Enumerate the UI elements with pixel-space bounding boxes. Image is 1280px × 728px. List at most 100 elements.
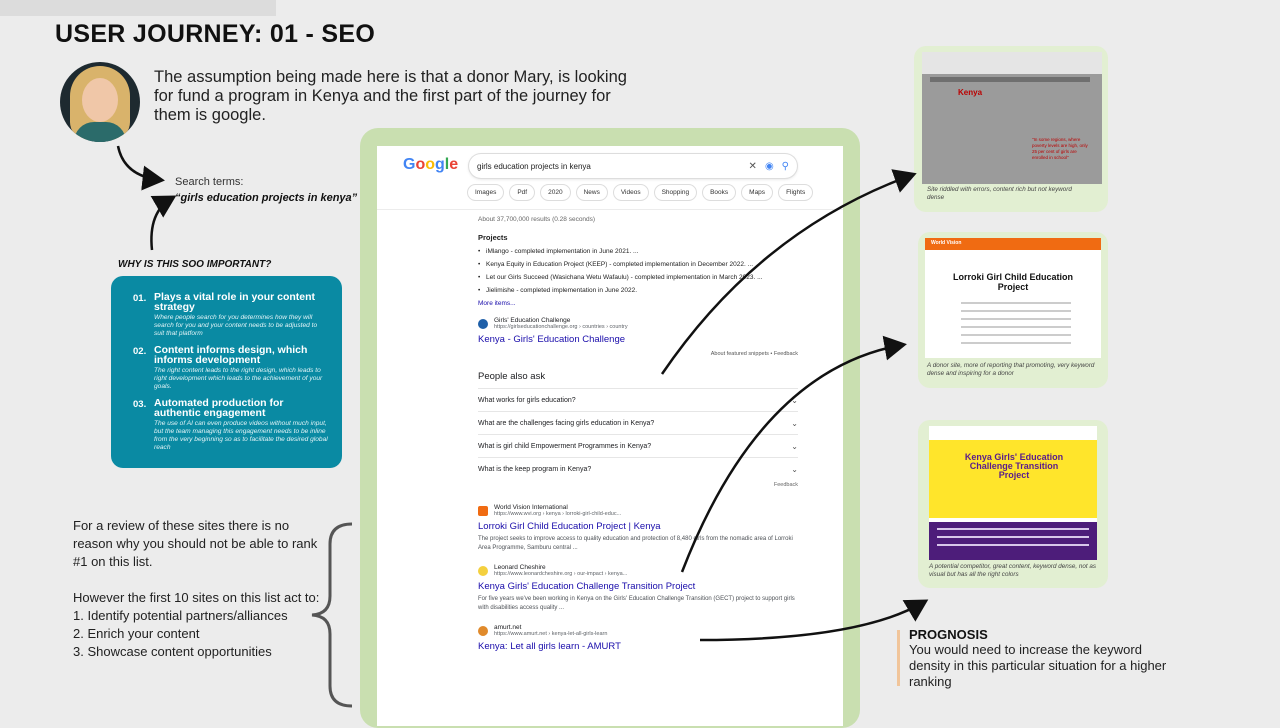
chip-flights[interactable]: Flights	[778, 184, 814, 201]
chip-images[interactable]: Images	[467, 184, 505, 201]
search-terms-quote: “girls education projects in kenya”	[175, 192, 358, 204]
search-input[interactable]: girls education projects in kenya ✕ ◉ ⚲	[469, 154, 797, 178]
google-logo[interactable]: Google	[403, 156, 458, 174]
paa-question-text: What is girl child Empowerment Programme…	[478, 442, 652, 450]
site-url[interactable]: https://www.wvi.org › kenya › lorroki-gi…	[494, 511, 621, 517]
results-count: About 37,700,000 results (0.28 seconds)	[478, 216, 596, 223]
reason-item: 03. Automated production for authentic e…	[133, 398, 328, 452]
review-intro: However the first 10 sites on this list …	[73, 590, 320, 605]
paa-question[interactable]: What is the keep program in Kenya? ⌄	[478, 457, 798, 480]
site-name: Leonard Cheshire	[494, 564, 546, 571]
prognosis-body: You would need to increase the keyword d…	[909, 642, 1167, 689]
review-list-item: 2. Enrich your content	[73, 626, 200, 641]
reason-heading: Plays a vital role in your content strat…	[154, 291, 316, 313]
thumbnail-leonard-cheshire-site: Kenya Girls' Education Challenge Transit…	[929, 426, 1097, 560]
site-name: Girls' Education Challenge	[494, 317, 571, 324]
reason-heading: Content informs design, which informs de…	[154, 344, 308, 366]
thumbnail-caption: A donor site, more of reporting that pro…	[927, 362, 1095, 377]
chip-2020[interactable]: 2020	[540, 184, 571, 201]
reason-description: Where people search for you determines h…	[154, 314, 318, 337]
clear-icon[interactable]: ✕	[749, 161, 757, 172]
site-url[interactable]: https://girlseducationchallenge.org › co…	[494, 324, 628, 330]
arrow-icon	[116, 145, 165, 191]
chevron-down-icon: ⌄	[791, 418, 798, 428]
search-terms-label: Search terms:	[175, 176, 244, 188]
thumbnail-heading: Kenya Girls' Education Challenge Transit…	[964, 452, 1064, 480]
list-item: Jielimishe - completed implementation in…	[478, 287, 798, 295]
thumbnail-logo: World Vision	[931, 240, 962, 246]
search-result: World Vision International https://www.w…	[478, 504, 798, 553]
top-bar	[0, 0, 276, 16]
reasons-card: 01. Plays a vital role in your content s…	[111, 276, 342, 468]
result-description: For five years we've been working in Ken…	[478, 596, 795, 611]
reason-heading: Automated production for authentic engag…	[154, 397, 284, 419]
paa-question-text: What are the challenges facing girls edu…	[478, 419, 655, 427]
chevron-down-icon: ⌄	[791, 441, 798, 451]
more-items-link[interactable]: More items...	[478, 300, 798, 307]
list-item: Let our Girls Succeed (Wasichana Wetu Wa…	[478, 274, 798, 282]
review-paragraph: For a review of these sites there is no …	[73, 518, 318, 569]
projects-list: iMlango - completed implementation in Ju…	[478, 248, 798, 295]
review-list-item: 1. Identify potential partners/alliances	[73, 608, 288, 623]
globe-icon	[478, 318, 488, 329]
reason-item: 01. Plays a vital role in your content s…	[133, 292, 328, 338]
filter-chips: Images Pdf 2020 News Videos Shopping Boo…	[467, 184, 814, 201]
chevron-down-icon: ⌄	[791, 395, 798, 405]
result-link[interactable]: Kenya Girls' Education Challenge Transit…	[478, 581, 798, 592]
reason-number: 02.	[133, 346, 147, 357]
paa-question-text: What works for girls education?	[478, 396, 576, 404]
thumbnail-wvi-site: World Vision Lorroki Girl Child Educatio…	[925, 238, 1101, 358]
chip-shopping[interactable]: Shopping	[653, 184, 698, 201]
search-query[interactable]: girls education projects in kenya	[477, 162, 741, 171]
review-text: For a review of these sites there is no …	[73, 517, 323, 661]
site-favicon-icon	[478, 565, 488, 576]
result-link[interactable]: Kenya: Let all girls learn - AMURT	[478, 641, 798, 652]
reason-description: The right content leads to the right des…	[154, 367, 323, 390]
curly-brace-icon	[311, 522, 353, 708]
reason-description: The use of AI can even produce videos wi…	[154, 420, 328, 451]
divider	[377, 209, 843, 210]
serp-results: About 37,700,000 results (0.28 seconds) …	[478, 216, 798, 663]
result-link[interactable]: Lorroki Girl Child Education Project | K…	[478, 521, 798, 532]
projects-heading: Projects	[478, 233, 508, 242]
about-snippets[interactable]: About featured snippets • Feedback	[478, 351, 798, 357]
paa-question[interactable]: What works for girls education? ⌄	[478, 388, 798, 411]
paa-question[interactable]: What are the challenges facing girls edu…	[478, 411, 798, 434]
prognosis-heading: PROGNOSIS	[909, 627, 988, 642]
review-list-item: 3. Showcase content opportunities	[73, 644, 272, 659]
lens-icon[interactable]: ◉	[765, 161, 774, 172]
chip-maps[interactable]: Maps	[741, 184, 774, 201]
search-result: amurt.net https://www.amurt.net › kenya-…	[478, 624, 798, 652]
chip-books[interactable]: Books	[702, 184, 737, 201]
featured-site: Girls' Education Challenge https://girls…	[478, 317, 798, 330]
paa-question-text: What is the keep program in Kenya?	[478, 465, 592, 473]
site-name: amurt.net	[494, 624, 522, 631]
google-serp: Google girls education projects in kenya…	[377, 146, 843, 726]
site-favicon-icon	[478, 505, 488, 516]
site-name: World Vision International	[494, 504, 568, 511]
prognosis-accent	[897, 630, 900, 686]
reason-item: 02. Content informs design, which inform…	[133, 345, 328, 391]
reason-number: 01.	[133, 293, 147, 304]
search-result: Leonard Cheshire https://www.leonardches…	[478, 564, 798, 613]
thumbnail-quote: "In some regions, where poverty levels a…	[1032, 137, 1088, 160]
thumbnail-gec-site: Kenya "In some regions, where poverty le…	[922, 52, 1102, 184]
chip-news[interactable]: News	[575, 184, 608, 201]
site-url[interactable]: https://www.leonardcheshire.org › our-im…	[494, 571, 627, 577]
chip-videos[interactable]: Videos	[612, 184, 649, 201]
page-title: USER JOURNEY: 01 - SEO	[55, 20, 376, 48]
chip-pdf[interactable]: Pdf	[509, 184, 536, 201]
why-heading: WHY IS THIS SOO IMPORTANT?	[118, 259, 272, 270]
assumption-text: The assumption being made here is that a…	[154, 68, 627, 124]
thumbnail-caption: Site riddled with errors, content rich b…	[927, 186, 1072, 201]
result-description: The project seeks to improve access to q…	[478, 536, 793, 551]
thumbnail-caption: A potential competitor, great content, k…	[929, 563, 1097, 578]
list-item: Kenya Equity in Education Project (KEEP)…	[478, 261, 798, 269]
featured-result-link[interactable]: Kenya - Girls' Education Challenge	[478, 334, 798, 345]
site-url[interactable]: https://www.amurt.net › kenya-let-all-gi…	[494, 631, 607, 637]
paa-question[interactable]: What is girl child Empowerment Programme…	[478, 434, 798, 457]
feedback-link[interactable]: Feedback	[478, 482, 798, 488]
search-icon[interactable]: ⚲	[782, 161, 789, 172]
thumbnail-heading: Lorroki Girl Child Education Project	[952, 272, 1073, 292]
chevron-down-icon: ⌄	[791, 464, 798, 474]
